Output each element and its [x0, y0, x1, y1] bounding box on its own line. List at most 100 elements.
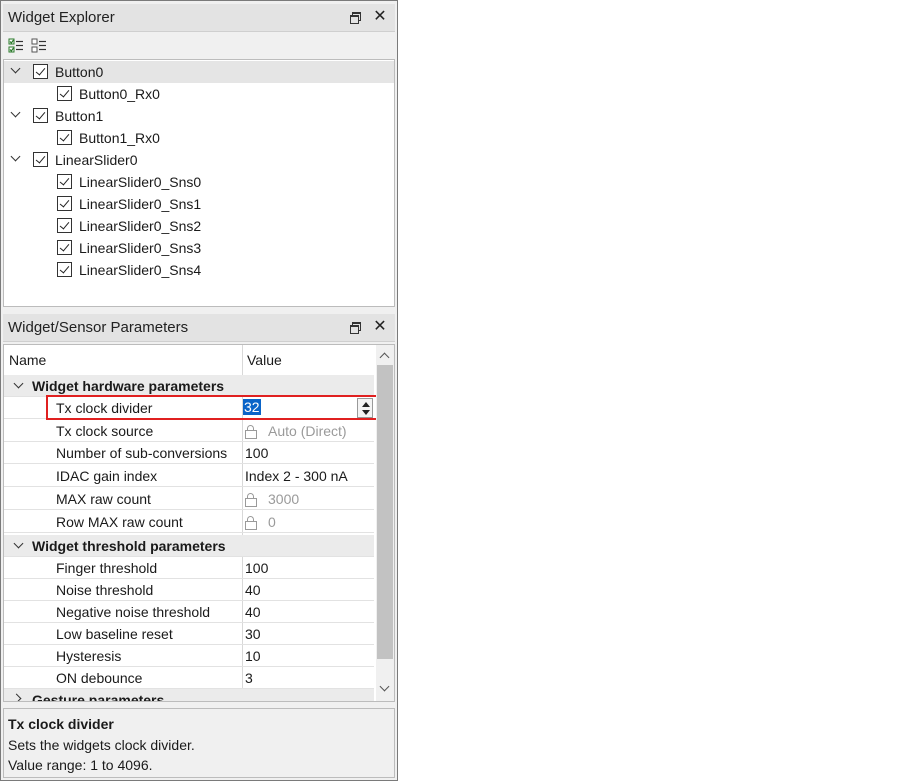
- param-name: Negative noise threshold: [56, 604, 211, 620]
- tree-item-label: Button1_Rx0: [79, 130, 160, 146]
- param-row-on-debounce[interactable]: ON debounce 3: [4, 667, 374, 689]
- parameters-grid: Name Value Widget hardware parameters Tx…: [3, 344, 395, 702]
- lock-icon: [245, 493, 257, 507]
- tree-item-button0[interactable]: Button0: [4, 61, 394, 83]
- param-row-sub-conversions[interactable]: Number of sub-conversions 100: [4, 442, 374, 464]
- param-value[interactable]: 30: [245, 626, 261, 642]
- tree-item-linearslider0-sns0[interactable]: LinearSlider0_Sns0: [4, 171, 394, 193]
- param-name: ON debounce: [56, 670, 143, 686]
- tree-item-button1[interactable]: Button1: [4, 105, 394, 127]
- widget-explorer-toolbar: [3, 33, 395, 59]
- lock-icon: [245, 516, 257, 530]
- tree-checkbox[interactable]: [57, 174, 72, 189]
- tree-item-linearslider0-sns3[interactable]: LinearSlider0_Sns3: [4, 237, 394, 259]
- tree-item-label: LinearSlider0_Sns4: [79, 262, 202, 278]
- parameters-header: Widget/Sensor Parameters ✕: [3, 314, 395, 342]
- param-value[interactable]: 100: [245, 445, 268, 461]
- lock-icon: [245, 425, 257, 439]
- close-icon[interactable]: ✕: [371, 8, 389, 26]
- group-label: Widget threshold parameters: [32, 538, 226, 554]
- param-value: Auto (Direct): [245, 423, 347, 439]
- tree-item-label: Button1: [55, 108, 104, 124]
- chevron-down-icon[interactable]: [10, 109, 22, 121]
- vertical-scrollbar[interactable]: [376, 345, 394, 701]
- uncheck-all-icon[interactable]: [31, 38, 49, 56]
- tree-checkbox[interactable]: [57, 86, 72, 101]
- tree-item-label: LinearSlider0_Sns1: [79, 196, 202, 212]
- param-name: Number of sub-conversions: [56, 445, 228, 461]
- description-title: Tx clock divider: [8, 716, 114, 732]
- widget-explorer-header: Widget Explorer ✕: [3, 4, 395, 32]
- param-row-idac-gain-index[interactable]: IDAC gain index Index 2 - 300 nA: [4, 465, 374, 487]
- tree-item-linearslider0-sns2[interactable]: LinearSlider0_Sns2: [4, 215, 394, 237]
- param-name: Noise threshold: [56, 582, 154, 598]
- param-name: Row MAX raw count: [56, 514, 183, 530]
- tree-checkbox[interactable]: [33, 64, 48, 79]
- tree-item-label: LinearSlider0: [55, 152, 138, 168]
- param-value[interactable]: 10: [245, 648, 261, 664]
- scroll-up-icon[interactable]: [380, 351, 388, 359]
- tree-checkbox[interactable]: [57, 196, 72, 211]
- param-value[interactable]: 40: [245, 604, 261, 620]
- group-threshold-parameters[interactable]: Widget threshold parameters: [4, 535, 374, 557]
- tree-checkbox[interactable]: [57, 218, 72, 233]
- chevron-down-icon[interactable]: [14, 380, 24, 390]
- tree-item-linearslider0-sns1[interactable]: LinearSlider0_Sns1: [4, 193, 394, 215]
- tree-item-label: LinearSlider0_Sns2: [79, 218, 202, 234]
- param-name: Hysteresis: [56, 648, 122, 664]
- tree-checkbox[interactable]: [57, 130, 72, 145]
- group-label: Widget hardware parameters: [32, 378, 225, 394]
- column-header-name[interactable]: Name: [9, 345, 46, 375]
- param-value: 3000: [245, 491, 299, 507]
- scrollbar-thumb[interactable]: [377, 365, 393, 659]
- param-value[interactable]: Index 2 - 300 nA: [245, 468, 348, 484]
- chevron-right-icon[interactable]: [14, 694, 24, 701]
- check-all-icon[interactable]: [8, 38, 26, 56]
- group-label: Gesture parameters: [32, 692, 165, 702]
- param-row-finger-threshold[interactable]: Finger threshold 100: [4, 557, 374, 579]
- param-value[interactable]: 100: [245, 560, 268, 576]
- tree-checkbox[interactable]: [57, 262, 72, 277]
- tree-item-button1-rx0[interactable]: Button1_Rx0: [4, 127, 394, 149]
- param-name: IDAC gain index: [56, 468, 158, 484]
- chevron-down-icon[interactable]: [10, 153, 22, 165]
- group-hardware-parameters[interactable]: Widget hardware parameters: [4, 375, 374, 397]
- tree-item-label: Button0: [55, 64, 104, 80]
- restore-icon[interactable]: [346, 318, 364, 336]
- param-row-low-baseline-reset[interactable]: Low baseline reset 30: [4, 623, 374, 645]
- close-icon[interactable]: ✕: [371, 318, 389, 336]
- tree-item-label: LinearSlider0_Sns0: [79, 174, 202, 190]
- param-row-row-max-raw-count[interactable]: Row MAX raw count 0: [4, 511, 374, 533]
- param-row-hysteresis[interactable]: Hysteresis 10: [4, 645, 374, 667]
- widget-tree: Button0 Button0_Rx0 Button1 Button1_Rx0 …: [3, 59, 395, 307]
- chevron-down-icon[interactable]: [14, 540, 24, 550]
- tree-checkbox[interactable]: [33, 108, 48, 123]
- param-row-noise-threshold[interactable]: Noise threshold 40: [4, 579, 374, 601]
- param-value[interactable]: 40: [245, 582, 261, 598]
- param-name: MAX raw count: [56, 491, 151, 507]
- param-name: Tx clock source: [56, 423, 154, 439]
- tree-checkbox[interactable]: [57, 240, 72, 255]
- group-gesture-parameters[interactable]: Gesture parameters: [4, 689, 374, 702]
- scroll-down-icon[interactable]: [380, 685, 388, 693]
- description-panel: Tx clock divider Sets the widgets clock …: [3, 708, 395, 778]
- param-value: 0: [245, 514, 276, 530]
- parameters-title: Widget/Sensor Parameters: [8, 319, 189, 336]
- column-header-value[interactable]: Value: [247, 345, 282, 375]
- param-row-max-raw-count[interactable]: MAX raw count 3000: [4, 488, 374, 510]
- param-row-tx-clock-source[interactable]: Tx clock source Auto (Direct): [4, 420, 374, 442]
- param-name: Finger threshold: [56, 560, 158, 576]
- tree-item-linearslider0-sns4[interactable]: LinearSlider0_Sns4: [4, 259, 394, 281]
- restore-icon[interactable]: [346, 8, 364, 26]
- widget-panels: Widget Explorer ✕ Button0 Button0_Rx0 Bu…: [0, 0, 398, 781]
- tree-item-button0-rx0[interactable]: Button0_Rx0: [4, 83, 394, 105]
- param-value[interactable]: 3: [245, 670, 253, 686]
- tree-item-linearslider0[interactable]: LinearSlider0: [4, 149, 394, 171]
- widget-explorer-title: Widget Explorer: [8, 9, 115, 26]
- description-range: Value range: 1 to 4096.: [8, 757, 153, 773]
- param-row-negative-noise-threshold[interactable]: Negative noise threshold 40: [4, 601, 374, 623]
- chevron-down-icon[interactable]: [10, 65, 22, 77]
- tree-checkbox[interactable]: [33, 152, 48, 167]
- param-name: Low baseline reset: [56, 626, 173, 642]
- description-text: Sets the widgets clock divider.: [8, 737, 195, 753]
